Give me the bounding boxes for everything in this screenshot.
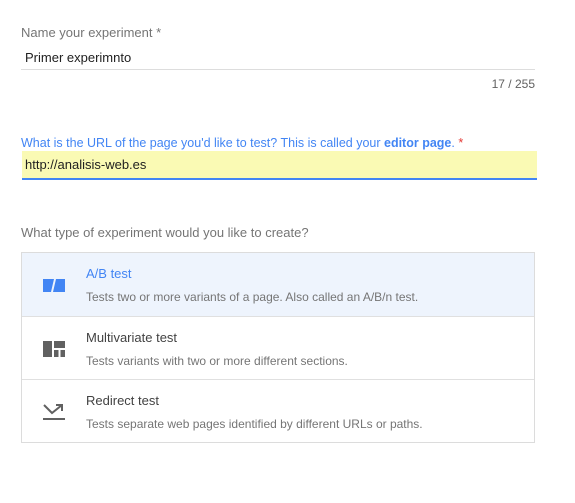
required-asterisk: * <box>458 136 464 150</box>
experiment-type-list: A/B test Tests two or more variants of a… <box>21 252 535 443</box>
option-redirect-test[interactable]: Redirect test Tests separate web pages i… <box>22 379 534 442</box>
ab-test-title: A/B test <box>86 266 132 281</box>
url-label-suffix: . <box>451 136 455 150</box>
editor-page-url-label: What is the URL of the page you'd like t… <box>21 136 463 150</box>
experiment-name-label: Name your experiment * <box>21 25 162 40</box>
url-label-text: What is the URL of the page you'd like t… <box>21 136 384 150</box>
multivariate-test-icon <box>43 341 65 357</box>
redirect-test-icon <box>43 404 65 420</box>
multivariate-test-title: Multivariate test <box>86 330 178 345</box>
option-multivariate-test[interactable]: Multivariate test Tests variants with tw… <box>22 316 534 379</box>
editor-page-emphasis: editor page <box>384 136 452 150</box>
experiment-type-label: What type of experiment would you like t… <box>21 225 309 240</box>
name-char-counter: 17 / 255 <box>491 77 535 91</box>
multivariate-test-description: Tests variants with two or more differen… <box>86 354 348 368</box>
editor-page-url-input[interactable] <box>22 151 537 180</box>
redirect-test-description: Tests separate web pages identified by d… <box>86 417 423 431</box>
experiment-name-input[interactable] <box>21 46 535 70</box>
option-ab-test[interactable]: A/B test Tests two or more variants of a… <box>22 253 534 316</box>
redirect-test-title: Redirect test <box>86 393 159 408</box>
ab-test-icon <box>43 279 65 292</box>
ab-test-description: Tests two or more variants of a page. Al… <box>86 290 419 304</box>
